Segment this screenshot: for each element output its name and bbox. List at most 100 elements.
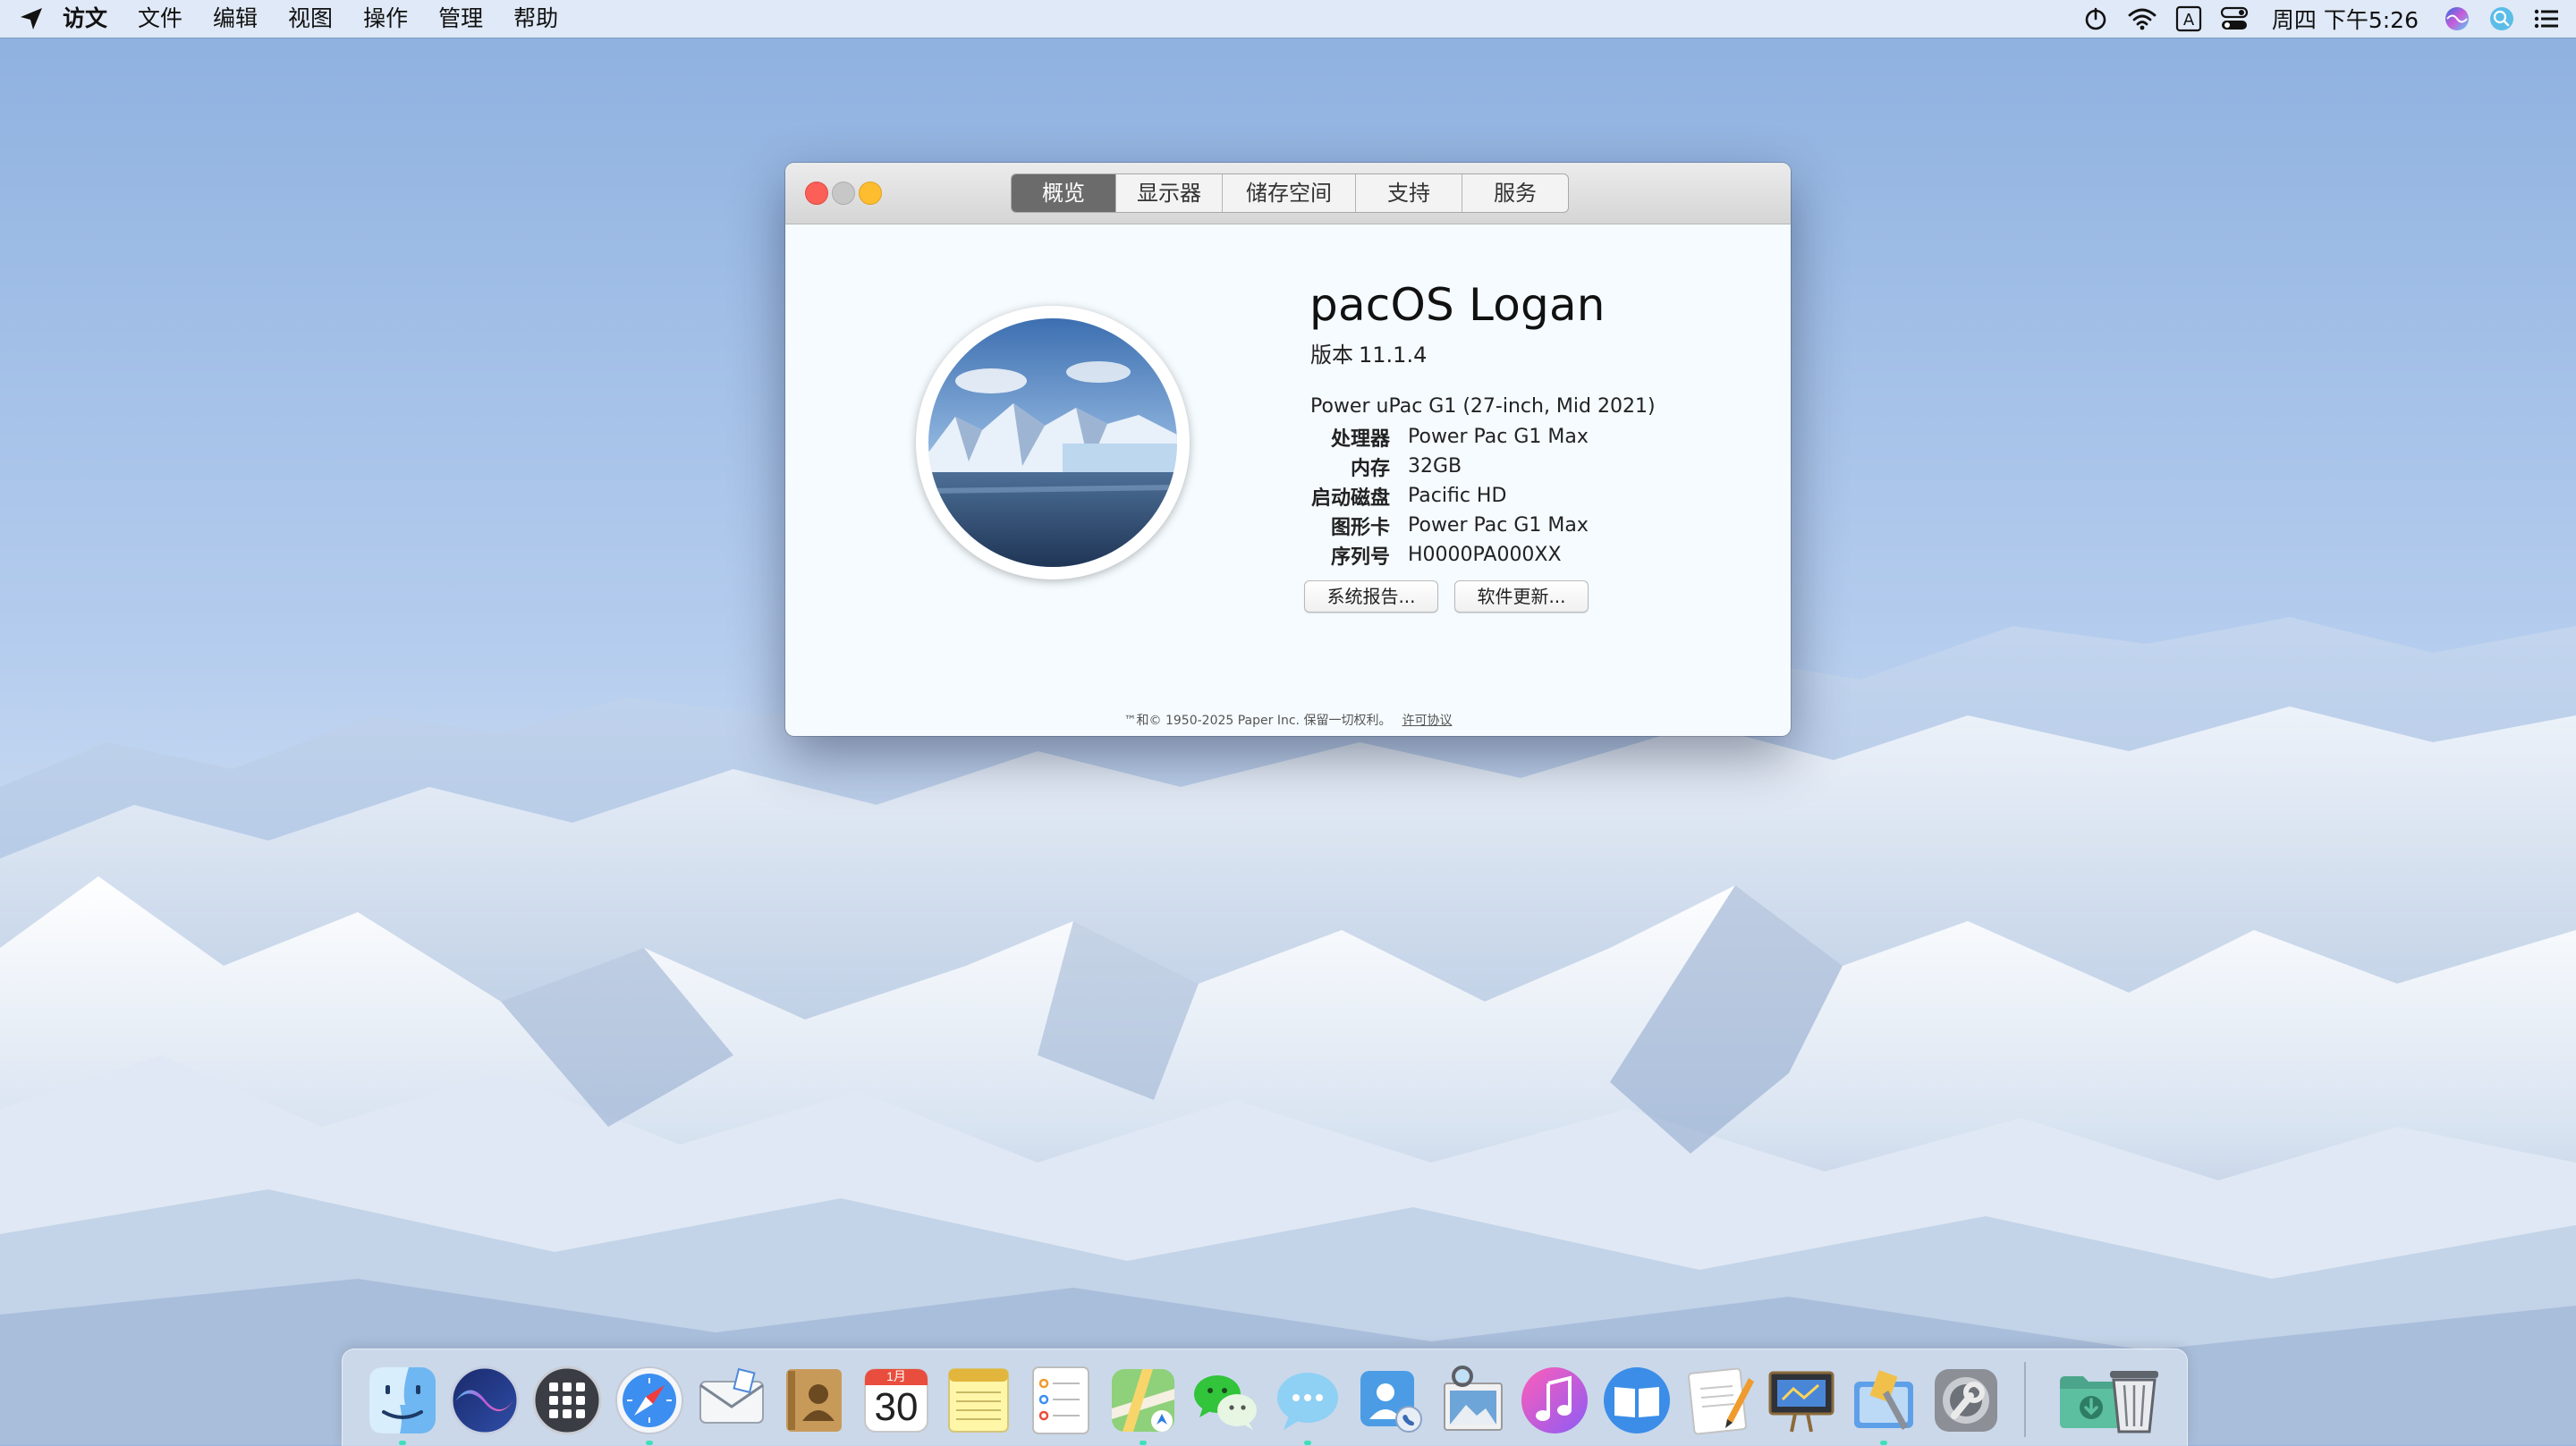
os-name: pacOS Logan	[1309, 279, 1606, 331]
dock-separator	[2024, 1362, 2026, 1437]
running-indicator	[1304, 1441, 1311, 1445]
input-method-label: A	[2183, 11, 2195, 30]
license-link[interactable]: 许可协议	[1402, 714, 1452, 728]
mail-icon	[699, 1367, 764, 1424]
version-label: 版本	[1310, 342, 1353, 368]
reminders-icon	[1032, 1366, 1089, 1434]
dock-siri[interactable]	[448, 1364, 521, 1437]
spec-row-startup-disk: 启动磁盘 Pacific HD	[1309, 481, 1589, 511]
menu-app-name[interactable]: 访文	[63, 0, 107, 38]
dock-trash[interactable]	[2097, 1364, 2171, 1437]
dock: 1月 30	[342, 1349, 2188, 1446]
preview-icon	[1444, 1366, 1503, 1431]
menu-clock[interactable]: 周四 下午5:26	[2272, 3, 2419, 35]
menu-file[interactable]: 文件	[138, 0, 182, 38]
spec-row-processor: 处理器 Power Pac G1 Max	[1309, 422, 1589, 452]
machine-model: Power uPac G1 (27-inch, Mid 2021)	[1310, 395, 1656, 418]
dock-calendar[interactable]: 1月 30	[860, 1364, 933, 1437]
keynote-icon	[1768, 1371, 1835, 1433]
menu-actions[interactable]: 操作	[363, 0, 408, 38]
spec-row-memory: 内存 32GB	[1309, 452, 1589, 481]
tab-displays[interactable]: 显示器	[1115, 174, 1222, 212]
menu-manage[interactable]: 管理	[438, 0, 483, 38]
system-menu-icon[interactable]	[0, 0, 63, 38]
dock-preview[interactable]	[1436, 1364, 1509, 1437]
wifi-icon[interactable]	[2127, 0, 2157, 38]
dock-books[interactable]	[1600, 1364, 1674, 1437]
spec-value: H0000PA000XX	[1408, 544, 1562, 566]
spec-row-serial: 序列号 H0000PA000XX	[1309, 540, 1589, 570]
notification-center-icon[interactable]	[2533, 0, 2560, 38]
menu-bar: 访文 文件 编辑 视图 操作 管理 帮助 A 周四 下午5:26	[0, 0, 2576, 38]
dock-contacts[interactable]	[777, 1364, 851, 1437]
spec-key: 处理器	[1330, 427, 1390, 451]
software-update-button[interactable]: 软件更新...	[1454, 580, 1589, 613]
dock-facetime[interactable]	[1353, 1364, 1427, 1437]
tab-storage[interactable]: 储存空间	[1222, 174, 1355, 212]
running-indicator	[646, 1441, 653, 1445]
notes-icon	[948, 1368, 1009, 1433]
trash-icon	[2110, 1371, 2158, 1433]
os-version: 版本 11.1.4	[1310, 337, 1427, 368]
dock-mail[interactable]	[695, 1364, 768, 1437]
contacts-icon	[786, 1369, 842, 1432]
safari-icon	[615, 1366, 683, 1434]
dock-keynote[interactable]	[1765, 1364, 1838, 1437]
siri-status-icon[interactable]	[2444, 0, 2470, 38]
close-button[interactable]	[805, 182, 828, 205]
dock-xcode[interactable]	[1847, 1364, 1920, 1437]
version-number: 11.1.4	[1359, 342, 1428, 368]
spec-key: 序列号	[1330, 545, 1390, 569]
calendar-month: 1月	[886, 1369, 906, 1383]
input-method-icon[interactable]: A	[2175, 0, 2202, 38]
spec-value: Power Pac G1 Max	[1408, 426, 1589, 448]
finder-icon	[369, 1367, 436, 1433]
dock-finder[interactable]	[366, 1364, 439, 1437]
running-indicator	[1880, 1441, 1887, 1445]
dock-notes[interactable]	[942, 1364, 1015, 1437]
dock-pages[interactable]	[1682, 1364, 1756, 1437]
menu-view[interactable]: 视图	[288, 0, 333, 38]
copyright-text: ™和© 1950-2025 Paper Inc. 保留一切权利。	[1123, 714, 1392, 728]
menu-edit[interactable]: 编辑	[213, 0, 258, 38]
spec-value: Power Pac G1 Max	[1408, 514, 1589, 537]
dock-launchpad[interactable]	[530, 1364, 604, 1437]
tab-overview[interactable]: 概览	[1012, 174, 1115, 212]
dock-music[interactable]	[1518, 1364, 1591, 1437]
launchpad-icon	[532, 1366, 602, 1435]
calendar-day: 30	[874, 1385, 919, 1429]
legal-footer: ™和© 1950-2025 Paper Inc. 保留一切权利。 许可协议	[785, 711, 1791, 729]
spec-value: Pacific HD	[1408, 485, 1507, 507]
spec-list: 处理器 Power Pac G1 Max 内存 32GB 启动磁盘 Pacifi…	[1309, 422, 1589, 570]
maps-icon	[1112, 1369, 1174, 1432]
dock-system-preferences[interactable]	[1929, 1364, 2003, 1437]
system-preferences-icon	[1935, 1369, 1997, 1432]
menu-help[interactable]: 帮助	[513, 0, 558, 38]
menu-bar-status: A 周四 下午5:26	[2064, 0, 2560, 38]
search-status-icon[interactable]	[2488, 0, 2515, 38]
spec-key: 启动磁盘	[1310, 486, 1390, 510]
control-center-icon[interactable]	[2220, 0, 2249, 38]
tab-service[interactable]: 服务	[1462, 174, 1568, 212]
about-tabs: 概览 显示器 储存空间 支持 服务	[1011, 173, 1569, 213]
spec-row-graphics: 图形卡 Power Pac G1 Max	[1309, 511, 1589, 540]
pages-icon	[1688, 1367, 1754, 1435]
messages-icon	[1277, 1373, 1338, 1430]
system-report-button[interactable]: 系统报告...	[1304, 580, 1438, 613]
window-titlebar[interactable]: 概览 显示器 储存空间 支持 服务	[785, 163, 1791, 224]
dock-maps[interactable]	[1106, 1364, 1180, 1437]
dock-safari[interactable]	[613, 1364, 686, 1437]
facetime-icon	[1360, 1371, 1422, 1433]
wechat-icon	[1194, 1375, 1257, 1430]
dock-wechat[interactable]	[1189, 1364, 1262, 1437]
tab-support[interactable]: 支持	[1355, 174, 1462, 212]
zoom-button[interactable]	[859, 182, 882, 205]
menu-bar-left: 访文 文件 编辑 视图 操作 管理 帮助	[0, 0, 589, 38]
minimize-button[interactable]	[832, 182, 855, 205]
running-indicator	[399, 1441, 406, 1445]
power-icon[interactable]	[2082, 0, 2109, 38]
dock-reminders[interactable]	[1024, 1364, 1097, 1437]
running-indicator	[1140, 1441, 1147, 1445]
dock-messages[interactable]	[1271, 1364, 1344, 1437]
os-logo-image	[916, 306, 1190, 579]
